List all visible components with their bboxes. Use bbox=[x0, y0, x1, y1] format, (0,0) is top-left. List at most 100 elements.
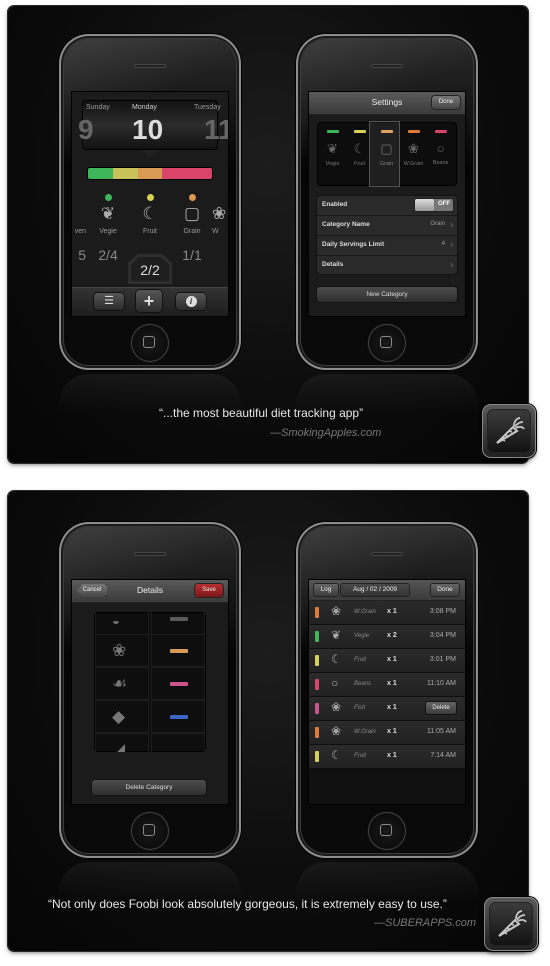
beans-icon: ○ bbox=[436, 141, 445, 156]
done-button[interactable]: Done bbox=[432, 96, 460, 109]
banana-icon: ☾ bbox=[353, 141, 366, 156]
review-credit: —SUBERAPPS.com bbox=[374, 917, 477, 929]
next-day-label: Tuesday bbox=[194, 104, 221, 111]
color-swatch bbox=[315, 679, 319, 690]
icon-color-picker[interactable]: ◒ ❀ ☙ ◆ ◢ bbox=[94, 612, 206, 752]
plus-icon: + bbox=[143, 291, 155, 311]
phone-reflection bbox=[59, 862, 241, 902]
color-swatch bbox=[315, 607, 319, 618]
picker-item-wgrain[interactable]: ❀ W.Grain bbox=[400, 126, 427, 182]
iphone-tracker: Sunday Monday Tuesday 9 10 11 ❦ ven 5 bbox=[59, 34, 241, 370]
status-dot bbox=[146, 194, 154, 201]
chevron-right-icon: › bbox=[450, 220, 453, 229]
color-cell[interactable] bbox=[151, 733, 205, 752]
log-tab[interactable]: Log bbox=[314, 584, 338, 596]
cheese-icon: ◢ bbox=[112, 740, 126, 752]
color-swatch bbox=[170, 682, 188, 686]
earpiece bbox=[134, 64, 166, 68]
color-swatch bbox=[315, 727, 319, 738]
log-row[interactable]: ☾ Fruit x 1 3:01 PM bbox=[309, 649, 465, 673]
chevron-right-icon: › bbox=[450, 240, 453, 249]
steak-icon: ◆ bbox=[112, 707, 126, 726]
save-button[interactable]: Save bbox=[195, 584, 223, 597]
fruit-count-badge[interactable]: 2/2 bbox=[128, 254, 172, 284]
category-column[interactable]: ❀ W bbox=[212, 192, 228, 282]
home-button[interactable] bbox=[368, 812, 406, 850]
new-category-button[interactable]: New Category bbox=[317, 287, 457, 302]
current-day-label: Monday bbox=[132, 104, 157, 111]
tracker-screen: Sunday Monday Tuesday 9 10 11 ❦ ven 5 bbox=[72, 92, 228, 316]
color-swatch bbox=[315, 631, 319, 642]
enabled-toggle[interactable]: OFF bbox=[415, 199, 453, 211]
status-dot bbox=[188, 194, 196, 201]
details-navbar: Details Cancel Save bbox=[72, 580, 228, 603]
details-screen: Details Cancel Save ◒ ❀ ☙ ◆ ◢ Delete Cat… bbox=[72, 580, 228, 804]
carrot-icon: ❦ bbox=[327, 141, 338, 156]
carrot-icon bbox=[496, 417, 525, 444]
cancel-button[interactable]: Cancel bbox=[77, 584, 107, 597]
icon-cell[interactable]: ◒ bbox=[95, 612, 149, 635]
drumstick-icon: ☙ bbox=[112, 674, 128, 693]
picker-selection bbox=[370, 122, 399, 186]
list-button[interactable]: ☰ bbox=[94, 293, 124, 310]
color-cell[interactable] bbox=[151, 612, 205, 635]
color-swatch bbox=[315, 751, 319, 762]
log-row[interactable]: ❀ W.Grain x 1 11:05 AM bbox=[309, 721, 465, 745]
done-button[interactable]: Done bbox=[431, 584, 459, 596]
info-button[interactable]: i bbox=[176, 293, 206, 310]
log-date[interactable]: Aug / 02 / 2009 bbox=[341, 584, 409, 596]
picker-item-beans[interactable]: ○ Beans bbox=[427, 126, 454, 182]
sprout-icon: ❦ bbox=[72, 204, 86, 226]
review-quote: “...the most beautiful diet tracking app… bbox=[159, 406, 364, 420]
promo-panel-top: Sunday Monday Tuesday 9 10 11 ❦ ven 5 bbox=[8, 6, 528, 463]
color-swatch bbox=[170, 649, 188, 653]
carrot-icon bbox=[498, 910, 527, 937]
iphone-log: Log Aug / 02 / 2009 Done ❀ W.Grain x 1 3… bbox=[296, 522, 478, 858]
home-button[interactable] bbox=[131, 324, 169, 362]
log-row[interactable]: ❦ Vegie x 2 3:04 PM bbox=[309, 625, 465, 649]
servings-limit-row[interactable]: Daily Servings Limit 4 › bbox=[317, 236, 457, 256]
earpiece bbox=[371, 64, 403, 68]
icon-cell[interactable]: ◢ bbox=[95, 733, 149, 752]
bread-icon: ▢ bbox=[183, 204, 201, 223]
banana-icon: ☾ bbox=[331, 748, 342, 762]
category-grain[interactable]: ▢ Grain 1/1 bbox=[172, 192, 212, 282]
details-row[interactable]: Details › bbox=[317, 256, 457, 275]
fish-icon: ◒ bbox=[112, 613, 120, 628]
earpiece bbox=[134, 552, 166, 556]
wheat-icon: ❀ bbox=[331, 724, 342, 738]
review-credit: —SmokingApples.com bbox=[270, 427, 382, 439]
log-row[interactable]: ○ Beans x 1 11:10 AM bbox=[309, 673, 465, 697]
home-button[interactable] bbox=[131, 812, 169, 850]
color-cell[interactable] bbox=[151, 700, 205, 733]
chevron-right-icon: › bbox=[450, 260, 453, 269]
color-cell[interactable] bbox=[151, 667, 205, 700]
icon-cell[interactable]: ◆ bbox=[95, 700, 149, 733]
log-row[interactable]: ❀ Fish x 1 Delete bbox=[309, 697, 465, 721]
settings-navbar: Settings Done bbox=[309, 92, 465, 115]
carrot-icon: ❦ bbox=[331, 628, 342, 642]
picker-item-vegie[interactable]: ❦ Vegie bbox=[319, 126, 346, 182]
status-dot bbox=[104, 194, 112, 201]
earpiece bbox=[371, 552, 403, 556]
date-picker[interactable]: Sunday Monday Tuesday 9 10 11 bbox=[78, 100, 228, 150]
prev-date: 9 bbox=[78, 114, 94, 145]
add-button[interactable]: + bbox=[136, 290, 162, 312]
list-icon: ☰ bbox=[104, 295, 114, 307]
color-cell[interactable] bbox=[151, 634, 205, 667]
icon-cell[interactable]: ❀ bbox=[95, 634, 149, 667]
category-name-row[interactable]: Category Name Grain › bbox=[317, 216, 457, 236]
category-column[interactable]: ❦ ven 5 bbox=[72, 192, 86, 282]
delete-button[interactable]: Delete bbox=[426, 702, 456, 714]
log-row[interactable]: ☾ Fruit x 1 7:14 AM bbox=[309, 745, 465, 769]
color-swatch bbox=[170, 617, 188, 621]
category-vegie[interactable]: ❦ Vegie 2/4 bbox=[88, 192, 128, 282]
fish-icon: ❀ bbox=[112, 641, 127, 660]
settings-screen: Settings Done ❦ Vegie ☾ Fruit ▢ Grain ❀ … bbox=[309, 92, 465, 316]
home-button[interactable] bbox=[368, 324, 406, 362]
icon-cell[interactable]: ☙ bbox=[95, 667, 149, 700]
picker-item-fruit[interactable]: ☾ Fruit bbox=[346, 126, 373, 182]
log-row[interactable]: ❀ W.Grain x 1 3:08 PM bbox=[309, 601, 465, 625]
wheat-icon: ❀ bbox=[408, 141, 419, 156]
delete-category-button[interactable]: Delete Category bbox=[92, 780, 206, 795]
